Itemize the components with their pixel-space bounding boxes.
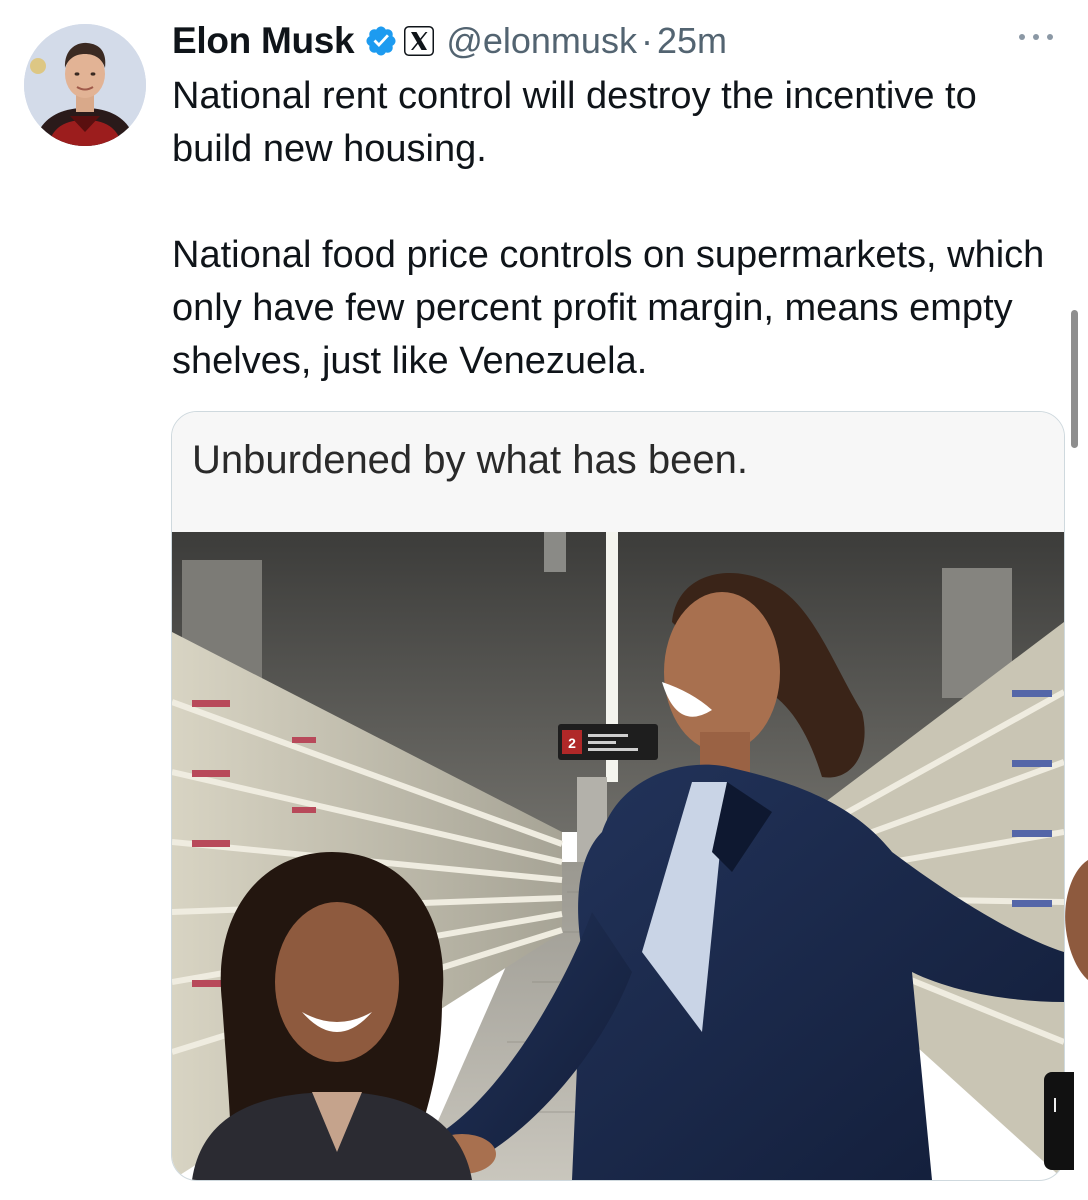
tweet-timestamp[interactable]: 25m bbox=[657, 20, 727, 62]
tweet[interactable]: Elon Musk @elonmusk · 25m National rent bbox=[0, 0, 1088, 1200]
aisle-sign-number: 2 bbox=[568, 735, 576, 751]
cropped-hand-image bbox=[1065, 860, 1088, 980]
meta-separator: · bbox=[640, 20, 653, 61]
meme-image[interactable]: 2 bbox=[172, 532, 1064, 1180]
tweet-paragraph: National rent control will destroy the i… bbox=[172, 75, 977, 170]
verified-badge-icon[interactable] bbox=[364, 24, 398, 58]
tweet-text: National rent control will destroy the i… bbox=[172, 70, 1052, 388]
author-avatar[interactable] bbox=[24, 24, 146, 146]
scrollbar-thumb[interactable] bbox=[1071, 310, 1078, 448]
x-logo-icon[interactable] bbox=[404, 26, 435, 56]
tweet-paragraph: National food price controls on supermar… bbox=[172, 234, 1045, 382]
tweet-media[interactable]: Unburdened by what has been. 2 bbox=[171, 411, 1065, 1181]
author-display-name[interactable]: Elon Musk bbox=[172, 20, 355, 62]
avatar-image bbox=[24, 24, 146, 146]
meme-caption: Unburdened by what has been. bbox=[192, 438, 748, 482]
meme-caption-bar: Unburdened by what has been. bbox=[172, 412, 1064, 533]
cropped-edge-control bbox=[1044, 1072, 1074, 1170]
author-handle[interactable]: @elonmusk bbox=[446, 20, 637, 62]
more-options-icon[interactable] bbox=[1014, 22, 1058, 52]
tweet-header: Elon Musk @elonmusk · 25m bbox=[172, 18, 727, 64]
